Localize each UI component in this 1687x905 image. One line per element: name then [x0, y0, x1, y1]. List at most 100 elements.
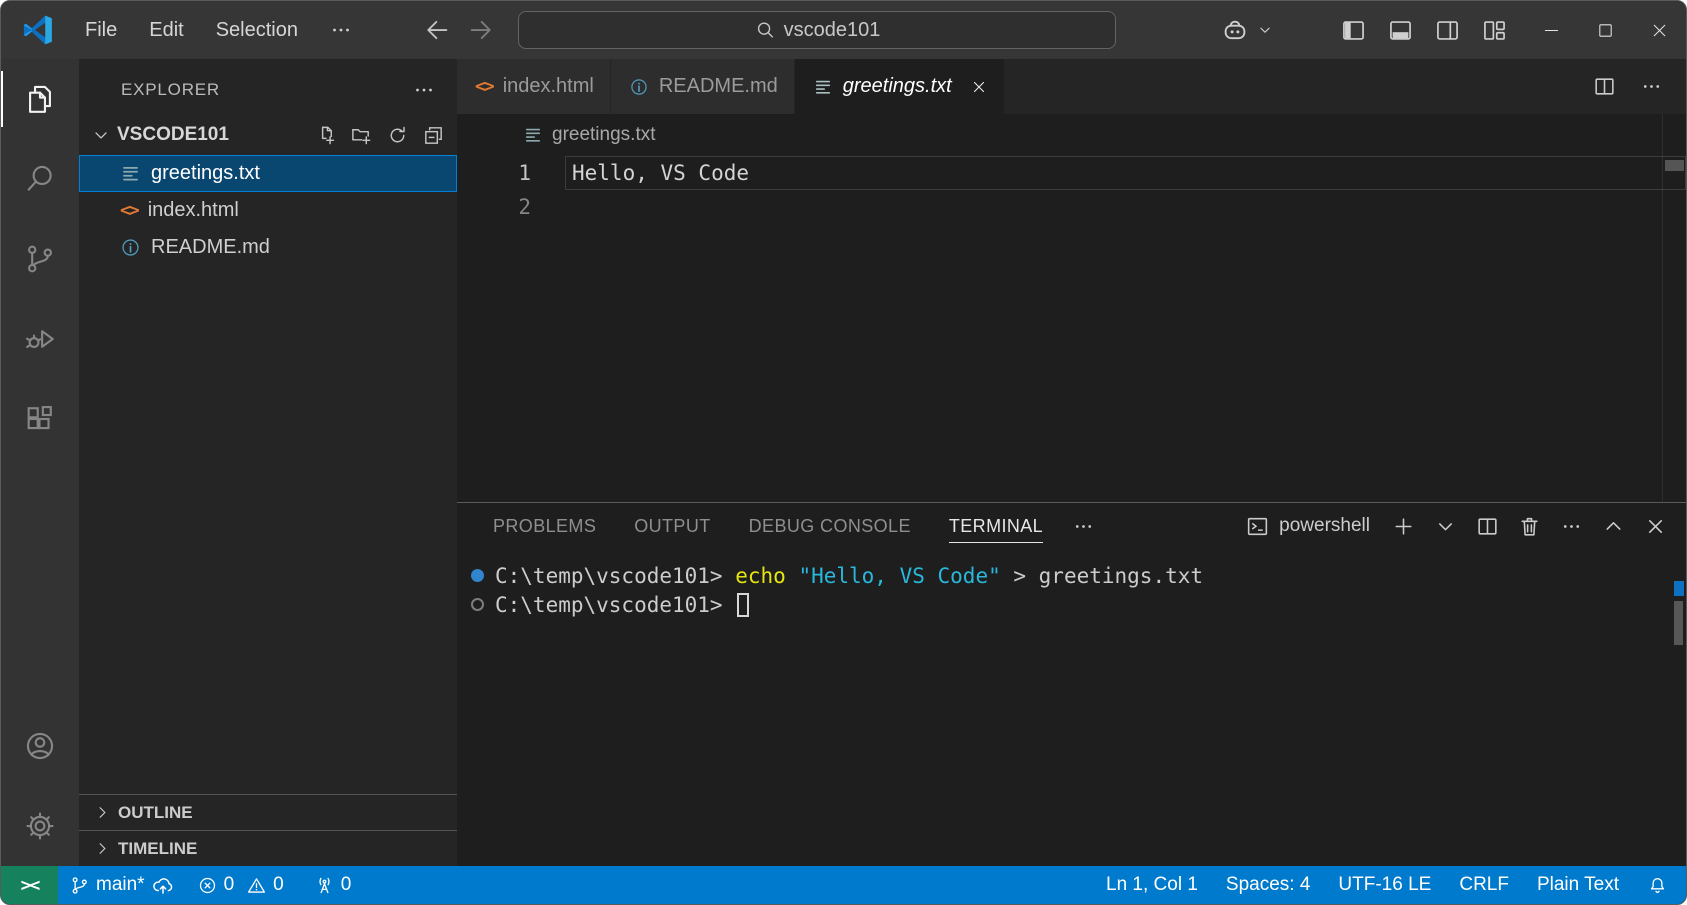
editor-viewport: greetings.txt 1 Hello, VS Code 2 [457, 114, 1686, 502]
terminal-overview-marker [1674, 581, 1684, 596]
editor-area: <> index.html README.md greetings.txt [457, 59, 1686, 866]
outline-label: OUTLINE [118, 803, 193, 823]
indentation-item[interactable]: Spaces: 4 [1212, 866, 1325, 904]
outline-section-header[interactable]: OUTLINE [79, 794, 457, 830]
split-terminal-icon[interactable] [1475, 514, 1500, 539]
file-name: greetings.txt [151, 162, 260, 185]
tab-index-html[interactable]: <> index.html [457, 59, 611, 114]
command-pending-decoration-icon[interactable] [471, 598, 484, 611]
customize-layout-icon[interactable] [1481, 17, 1508, 44]
toggle-panel-icon[interactable] [1387, 17, 1414, 44]
activitybar-source-control[interactable] [1, 219, 79, 299]
activitybar-explorer[interactable] [1, 59, 79, 139]
warning-count: 0 [273, 874, 284, 896]
breadcrumb[interactable]: greetings.txt [457, 114, 1686, 156]
menu-selection[interactable]: Selection [204, 14, 310, 47]
copilot-menu[interactable] [1220, 15, 1274, 45]
activitybar-settings[interactable] [1, 786, 79, 866]
kill-terminal-trash-icon[interactable] [1517, 514, 1542, 539]
refresh-icon[interactable] [386, 124, 409, 147]
explorer-more-actions-icon[interactable] [411, 77, 437, 103]
launch-profile-chevron-icon[interactable] [1433, 514, 1458, 539]
line-number: 2 [457, 195, 531, 219]
tab-label: greetings.txt [843, 75, 952, 98]
command-center-search[interactable]: vscode101 [518, 11, 1116, 49]
files-icon [23, 82, 57, 116]
toggle-secondary-sidebar-icon[interactable] [1434, 17, 1461, 44]
branch-status-item[interactable]: main* [58, 866, 186, 904]
terminal-scrollbar-thumb[interactable] [1674, 601, 1683, 645]
new-terminal-icon[interactable] [1391, 514, 1416, 539]
terminal-output[interactable]: C:\temp\vscode101> echo "Hello, VS Code"… [457, 549, 1686, 866]
terminal-instance[interactable]: powershell [1245, 514, 1370, 539]
encoding-item[interactable]: UTF-16 LE [1324, 866, 1445, 904]
new-file-icon[interactable] [314, 124, 337, 147]
file-name: index.html [148, 199, 239, 222]
activitybar-accounts[interactable] [1, 706, 79, 786]
ports-status-item[interactable]: 0 [303, 866, 363, 904]
error-circle-icon [197, 875, 218, 896]
maximize-button[interactable] [1578, 1, 1632, 59]
extensions-icon [23, 402, 57, 436]
cursor-position-item[interactable]: Ln 1, Col 1 [1092, 866, 1212, 904]
editor-scrollbar[interactable] [1662, 114, 1686, 502]
html-file-icon: <> [120, 200, 138, 221]
git-branch-icon [69, 875, 90, 896]
gear-icon [23, 809, 57, 843]
panel-header: PROBLEMS OUTPUT DEBUG CONSOLE TERMINAL p… [457, 503, 1686, 549]
remote-glyph: >< [21, 875, 39, 896]
editor-scrollbar-thumb[interactable] [1665, 160, 1684, 171]
sidebar-title: EXPLORER [121, 80, 220, 100]
collapse-all-icon[interactable] [422, 124, 445, 147]
language-mode-item[interactable]: Plain Text [1523, 866, 1633, 904]
chevron-down-icon [91, 125, 111, 145]
window-controls [1524, 1, 1686, 59]
go-forward-icon[interactable] [466, 15, 496, 45]
file-item-readme-md[interactable]: README.md [79, 229, 457, 266]
chevron-right-icon [93, 839, 112, 858]
minimize-button[interactable] [1524, 1, 1578, 59]
editor-more-actions-icon[interactable] [1639, 74, 1664, 99]
new-folder-icon[interactable] [350, 124, 373, 147]
notifications-bell[interactable] [1633, 866, 1686, 904]
panel-tab-debug-console[interactable]: DEBUG CONSOLE [749, 510, 911, 543]
go-back-icon[interactable] [422, 15, 452, 45]
explorer-sidebar: EXPLORER VSCODE101 greetings.txt [79, 59, 457, 866]
search-icon [23, 162, 57, 196]
code-editor[interactable]: 1 Hello, VS Code 2 [457, 156, 1686, 224]
file-item-greetings-txt[interactable]: greetings.txt [79, 155, 457, 192]
terminal-actions: powershell [1245, 514, 1668, 539]
activitybar-extensions[interactable] [1, 379, 79, 459]
panel-more-actions-icon[interactable] [1559, 514, 1584, 539]
panel-tab-problems[interactable]: PROBLEMS [493, 510, 596, 543]
close-tab-icon[interactable] [970, 78, 988, 96]
workspace-section-header[interactable]: VSCODE101 [79, 115, 457, 155]
activitybar-run-debug[interactable] [1, 299, 79, 379]
menu-overflow-icon[interactable] [318, 12, 364, 48]
menu-edit[interactable]: Edit [137, 14, 195, 47]
command-success-decoration-icon[interactable] [471, 569, 484, 582]
bell-icon [1647, 875, 1668, 896]
close-window-button[interactable] [1632, 1, 1686, 59]
file-item-index-html[interactable]: <> index.html [79, 192, 457, 229]
menu-file[interactable]: File [73, 14, 129, 47]
panel-tab-terminal[interactable]: TERMINAL [949, 510, 1043, 543]
tab-greetings-txt[interactable]: greetings.txt [795, 59, 1005, 114]
split-editor-icon[interactable] [1592, 74, 1617, 99]
text-file-icon [120, 163, 141, 184]
problems-status-item[interactable]: 0 0 [186, 866, 295, 904]
bottom-panel: PROBLEMS OUTPUT DEBUG CONSOLE TERMINAL p… [457, 502, 1686, 866]
workspace-name: VSCODE101 [117, 124, 229, 146]
timeline-section-header[interactable]: TIMELINE [79, 830, 457, 866]
tab-readme-md[interactable]: README.md [611, 59, 795, 114]
remote-indicator[interactable]: >< [1, 866, 58, 904]
panel-tabs-more-icon[interactable] [1071, 514, 1096, 539]
eol-item[interactable]: CRLF [1445, 866, 1523, 904]
toggle-primary-sidebar-icon[interactable] [1340, 17, 1367, 44]
maximize-panel-chevron-icon[interactable] [1601, 514, 1626, 539]
activitybar-search[interactable] [1, 139, 79, 219]
tab-label: index.html [503, 75, 594, 98]
close-panel-icon[interactable] [1643, 514, 1668, 539]
panel-tab-output[interactable]: OUTPUT [634, 510, 710, 543]
status-bar: >< main* 0 0 0 Ln 1, Col 1 Spaces: 4 UTF… [1, 866, 1686, 904]
